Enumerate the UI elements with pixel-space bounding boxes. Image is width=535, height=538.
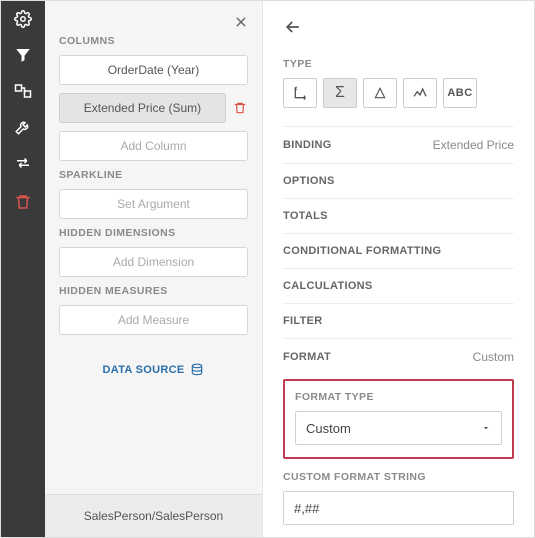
type-measure-button[interactable]: Σ bbox=[323, 78, 357, 108]
trash-icon[interactable] bbox=[1, 184, 45, 220]
add-column-button[interactable]: Add Column bbox=[59, 131, 248, 161]
format-value: Custom bbox=[473, 350, 514, 364]
type-label: TYPE bbox=[283, 58, 514, 70]
column-item-orderdate[interactable]: OrderDate (Year) bbox=[59, 55, 248, 85]
data-source-label: DATA SOURCE bbox=[103, 364, 185, 376]
data-source-footer[interactable]: SalesPerson/SalesPerson bbox=[45, 494, 262, 537]
back-icon[interactable] bbox=[283, 17, 303, 37]
format-type-group: FORMAT TYPE Custom bbox=[283, 379, 514, 459]
bindings-panel: COLUMNS OrderDate (Year) Extended Price … bbox=[45, 1, 263, 537]
database-icon bbox=[190, 363, 204, 377]
icon-sidebar bbox=[1, 1, 45, 537]
format-type-label: FORMAT TYPE bbox=[295, 391, 502, 403]
conditional-formatting-label: CONDITIONAL FORMATTING bbox=[283, 245, 441, 257]
sparkline-label: SPARKLINE bbox=[59, 169, 248, 181]
type-text-button[interactable]: ABC bbox=[443, 78, 477, 108]
totals-label: TOTALS bbox=[283, 210, 328, 222]
custom-format-label: CUSTOM FORMAT STRING bbox=[283, 471, 514, 483]
format-type-value: Custom bbox=[306, 421, 351, 436]
calculations-label: CALCULATIONS bbox=[283, 280, 373, 292]
hidden-measures-label: HIDDEN MEASURES bbox=[59, 285, 248, 297]
add-dimension-button[interactable]: Add Dimension bbox=[59, 247, 248, 277]
gear-icon[interactable] bbox=[1, 1, 45, 37]
column-item-extended-price[interactable]: Extended Price (Sum) bbox=[59, 93, 226, 123]
options-label: OPTIONS bbox=[283, 175, 335, 187]
binding-label: BINDING bbox=[283, 139, 332, 151]
data-source-link[interactable]: DATA SOURCE bbox=[59, 343, 248, 389]
type-delta-button[interactable] bbox=[363, 78, 397, 108]
format-type-select[interactable]: Custom bbox=[295, 411, 502, 445]
type-sparkline-button[interactable] bbox=[403, 78, 437, 108]
custom-format-input[interactable]: #,## bbox=[283, 491, 514, 525]
remove-column-icon[interactable] bbox=[232, 101, 248, 115]
options-row[interactable]: OPTIONS bbox=[283, 163, 514, 198]
arrows-icon[interactable] bbox=[1, 145, 45, 181]
columns-label: COLUMNS bbox=[59, 35, 248, 47]
hidden-dimensions-label: HIDDEN DIMENSIONS bbox=[59, 227, 248, 239]
add-measure-button[interactable]: Add Measure bbox=[59, 305, 248, 335]
filter-row[interactable]: FILTER bbox=[283, 303, 514, 338]
close-icon[interactable] bbox=[234, 15, 248, 29]
conditional-formatting-row[interactable]: CONDITIONAL FORMATTING bbox=[283, 233, 514, 268]
custom-format-value: #,## bbox=[294, 501, 319, 516]
binding-row[interactable]: BINDING Extended Price bbox=[283, 126, 514, 163]
type-dimension-button[interactable] bbox=[283, 78, 317, 108]
type-button-group: Σ ABC bbox=[283, 78, 514, 108]
filter-icon[interactable] bbox=[1, 37, 45, 73]
binding-value: Extended Price bbox=[433, 138, 514, 152]
totals-row[interactable]: TOTALS bbox=[283, 198, 514, 233]
properties-panel: TYPE Σ ABC BINDING Extended Price OPTION… bbox=[263, 1, 534, 537]
set-argument-button[interactable]: Set Argument bbox=[59, 189, 248, 219]
calculations-row[interactable]: CALCULATIONS bbox=[283, 268, 514, 303]
layout-icon[interactable] bbox=[1, 73, 45, 109]
wrench-icon[interactable] bbox=[1, 109, 45, 145]
caret-down-icon bbox=[481, 423, 491, 433]
filter-label: FILTER bbox=[283, 315, 322, 327]
format-row[interactable]: FORMAT Custom bbox=[283, 338, 514, 375]
format-label: FORMAT bbox=[283, 351, 331, 363]
